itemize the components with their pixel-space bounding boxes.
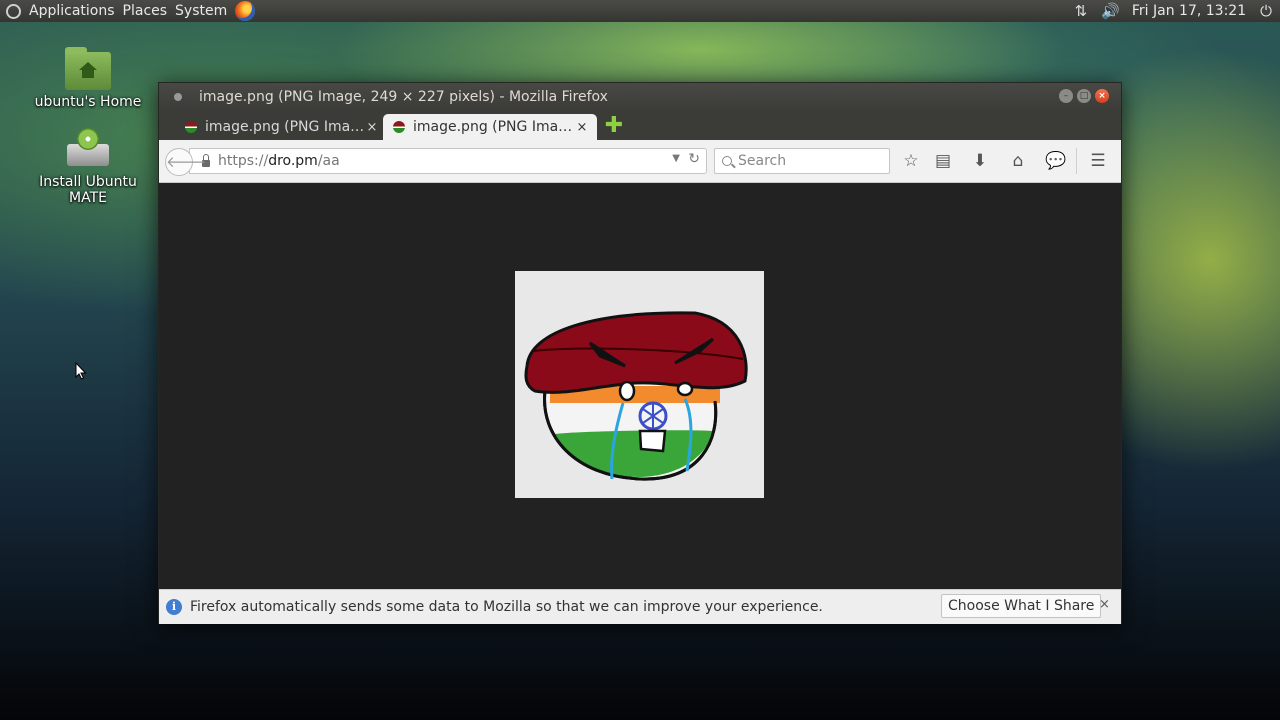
toolbar-divider: [1076, 148, 1077, 174]
new-tab-button[interactable]: ✚: [603, 115, 625, 137]
power-icon[interactable]: ⏻: [1260, 2, 1272, 20]
navigation-toolbar: https://dro.pm/aa ▼ ↻ 🡐 ☆ ▤ ⬇ ⌂ 💬 ☰: [159, 140, 1121, 183]
tab-image-2[interactable]: image.png (PNG Ima… ×: [383, 114, 597, 140]
desktop-icon-install[interactable]: Install Ubuntu MATE: [18, 126, 158, 206]
ubuntu-logo-icon[interactable]: [6, 3, 21, 19]
desktop-icon-home[interactable]: ubuntu's Home: [18, 47, 158, 110]
notification-close-icon[interactable]: ×: [1099, 597, 1110, 612]
home-folder-icon: [65, 47, 111, 90]
tab-label: image.png (PNG Ima…: [413, 119, 573, 135]
url-text[interactable]: https://dro.pm/aa: [218, 153, 340, 169]
home-icon[interactable]: ⌂: [1007, 150, 1029, 172]
india-countryball-drawing: [524, 311, 748, 481]
menu-system[interactable]: System: [175, 3, 227, 19]
tab-label: image.png (PNG Ima…: [205, 119, 363, 135]
notification-message: Firefox automatically sends some data to…: [190, 599, 823, 615]
window-title: image.png (PNG Image, 249 × 227 pixels) …: [199, 89, 608, 105]
notification-bar: i Firefox automatically sends some data …: [159, 589, 1121, 624]
menu-applications[interactable]: Applications: [29, 3, 115, 19]
menu-hamburger-icon[interactable]: ☰: [1087, 150, 1109, 172]
page-content: [159, 183, 1121, 589]
choose-what-i-share-button[interactable]: Choose What I Share: [941, 594, 1102, 618]
displayed-image[interactable]: [515, 271, 764, 498]
url-dropdown-icon[interactable]: ▼: [672, 153, 680, 164]
tab-close-icon[interactable]: ×: [573, 120, 591, 135]
search-icon: [722, 156, 732, 166]
tab-close-icon[interactable]: ×: [363, 120, 381, 135]
desktop-icon-label: ubuntu's Home: [34, 94, 142, 110]
downloads-icon[interactable]: ⬇: [969, 150, 991, 172]
volume-icon[interactable]: 🔊: [1101, 2, 1120, 20]
window-menu-icon[interactable]: [174, 93, 182, 101]
install-drive-icon: [65, 126, 111, 170]
tab-strip: image.png (PNG Ima… × image.png (PNG Ima…: [159, 111, 1121, 140]
minimize-button[interactable]: –: [1059, 89, 1073, 103]
search-box[interactable]: [714, 148, 890, 174]
info-icon: i: [166, 599, 182, 615]
mouse-cursor-icon: [75, 362, 87, 380]
network-icon[interactable]: ⇅: [1075, 2, 1088, 20]
reload-icon[interactable]: ↻: [688, 151, 700, 167]
search-input[interactable]: [736, 152, 880, 170]
close-window-button[interactable]: ×: [1095, 89, 1109, 103]
desktop-icon-label: Install Ubuntu MATE: [39, 174, 137, 206]
image-favicon-icon: [393, 121, 405, 133]
clock[interactable]: Fri Jan 17, 13:21: [1132, 3, 1246, 19]
menu-places[interactable]: Places: [123, 3, 168, 19]
back-button[interactable]: 🡐: [165, 148, 206, 176]
window-titlebar[interactable]: image.png (PNG Image, 249 × 227 pixels) …: [159, 83, 1121, 111]
firefox-launcher-icon[interactable]: [235, 1, 256, 21]
url-bar[interactable]: https://dro.pm/aa ▼ ↻: [189, 148, 707, 174]
tab-image-1[interactable]: image.png (PNG Ima… ×: [175, 114, 387, 140]
chat-icon[interactable]: 💬: [1045, 150, 1067, 172]
top-panel: Applications Places System ⇅ 🔊 Fri Jan 1…: [0, 0, 1280, 22]
image-favicon-icon: [185, 121, 197, 133]
maximize-button[interactable]: □: [1077, 89, 1091, 103]
reading-list-icon[interactable]: ▤: [932, 150, 954, 172]
firefox-window: image.png (PNG Image, 249 × 227 pixels) …: [158, 82, 1122, 624]
bookmark-star-icon[interactable]: ☆: [900, 150, 922, 172]
